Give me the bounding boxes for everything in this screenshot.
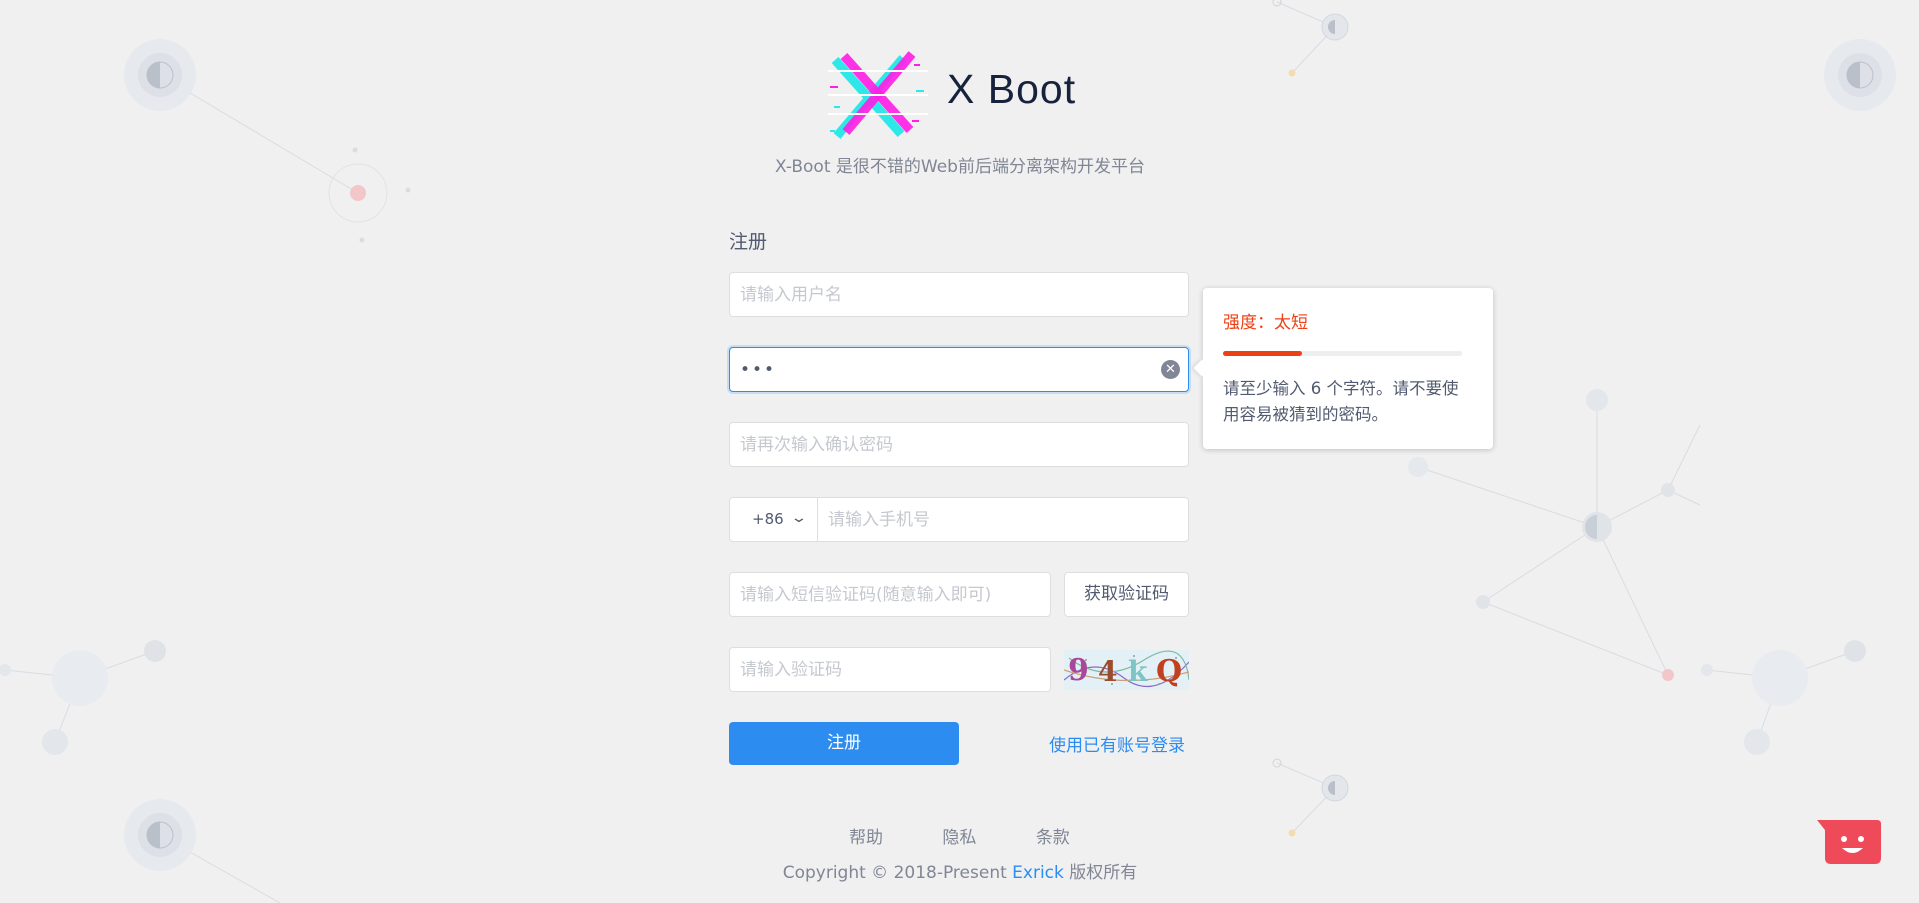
app-subtitle: X-Boot 是很不错的Web前后端分离架构开发平台 (775, 157, 1145, 177)
captcha-char: 9 (1068, 653, 1089, 688)
strength-label: 强度：太短 (1223, 313, 1308, 333)
login-with-existing-account-link[interactable]: 使用已有账号登录 (1049, 731, 1185, 756)
password-strength-popover: 强度：太短 请至少输入 6 个字符。请不要使用容易被猜到的密码。 (1203, 288, 1493, 449)
chevron-down-icon: ⌄ (790, 510, 808, 526)
chat-widget-button[interactable] (1817, 818, 1881, 866)
x-boot-logo (828, 51, 928, 139)
sms-code-input[interactable] (729, 572, 1051, 617)
strength-message: 请至少输入 6 个字符。请不要使用容易被猜到的密码。 (1223, 379, 1459, 424)
copyright-suffix: 版权所有 (1069, 863, 1138, 883)
copyright-prefix: Copyright © 2018-Present (782, 863, 1007, 883)
country-code-select[interactable]: +86 ⌄ (729, 497, 818, 542)
phone-input[interactable] (818, 497, 1189, 542)
password-field: ✕ (729, 347, 1189, 392)
country-code-value: +86 (752, 510, 784, 528)
clear-icon[interactable]: ✕ (1161, 360, 1180, 379)
register-button[interactable]: 注册 (729, 722, 959, 765)
strength-bar (1223, 351, 1462, 356)
username-input[interactable] (729, 272, 1189, 317)
captcha-image[interactable]: 9 4 k Q (1064, 650, 1189, 690)
captcha-char: k (1128, 655, 1148, 688)
captcha-char: 4 (1098, 655, 1117, 688)
password-input[interactable] (729, 347, 1189, 392)
get-sms-code-button[interactable]: 获取验证码 (1064, 572, 1189, 617)
strength-bar-fill (1223, 351, 1302, 356)
app-title: X Boot (947, 66, 1077, 112)
footer-link-privacy[interactable]: 隐私 (942, 823, 976, 848)
captcha-input[interactable] (729, 647, 1051, 692)
footer-links: 帮助 隐私 条款 (849, 823, 1070, 848)
copyright: Copyright © 2018-Present Exrick 版权所有 (700, 858, 1220, 883)
form-title: 注册 (729, 231, 768, 253)
author-link[interactable]: Exrick (1012, 863, 1064, 883)
confirm-password-input[interactable] (729, 422, 1189, 467)
footer-link-help[interactable]: 帮助 (849, 823, 883, 848)
captcha-char: Q (1156, 654, 1182, 689)
footer-link-terms[interactable]: 条款 (1036, 823, 1070, 848)
